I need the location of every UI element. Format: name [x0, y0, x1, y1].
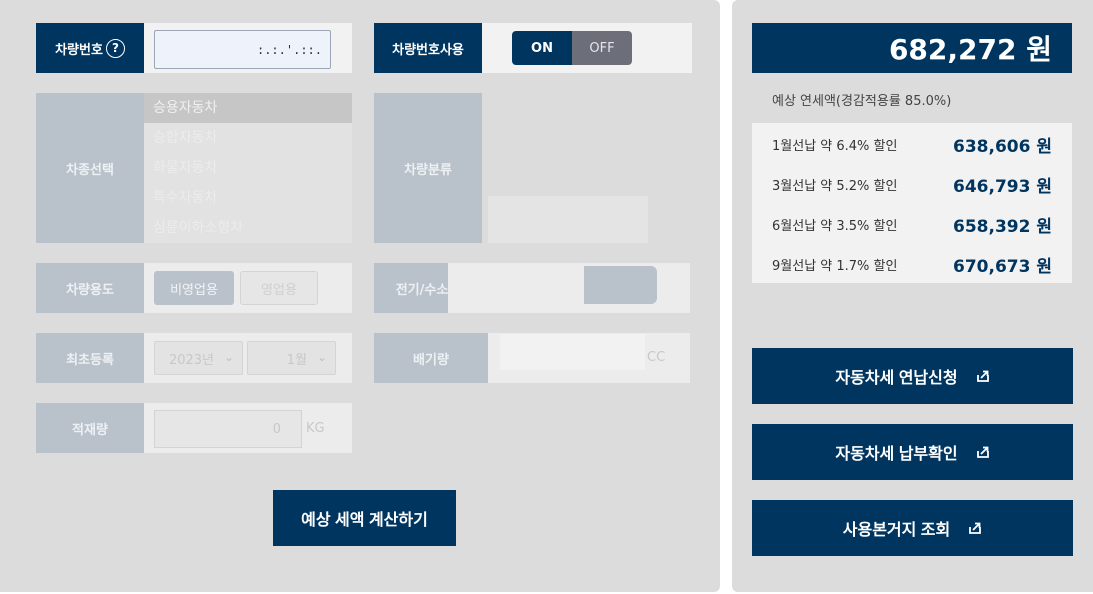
discount-amount: 638,606 원	[953, 136, 1052, 157]
calculate-tax-button[interactable]: 예상 세액 계산하기	[273, 490, 456, 546]
vehicle-type-option[interactable]: 승용자동차	[144, 93, 352, 123]
discount-label: 3월선납 약 5.2% 할인	[772, 178, 898, 194]
payment-check-label: 자동차세 납부확인	[835, 446, 958, 463]
help-icon[interactable]: ?	[105, 38, 125, 58]
external-link-icon	[976, 370, 989, 382]
car-tax-calculator: 차량번호 ? 차량번호사용 ON OFF 차종선택 승용자동차 승합자동차 화물…	[0, 0, 1093, 594]
load-input[interactable]: 0	[154, 410, 302, 448]
discount-amount: 646,793 원	[953, 176, 1052, 197]
load-unit: KG	[306, 421, 325, 436]
discount-row: 1월선납 약 6.4% 할인 638,606 원	[772, 124, 1052, 164]
vehicle-number-label-text: 차량번호	[55, 42, 103, 58]
usage-non-commercial-button[interactable]: 비영업용	[154, 271, 234, 305]
toggle-on-button[interactable]: ON	[512, 31, 572, 65]
vehicle-type-option[interactable]: 특수자동차	[144, 183, 352, 213]
home-base-lookup-label: 사용본거지 조회	[842, 522, 951, 539]
discount-label: 6월선납 약 3.5% 할인	[772, 218, 898, 234]
discount-row: 3월선납 약 5.2% 할인 646,793 원	[772, 164, 1052, 204]
chevron-down-icon: ⌄	[223, 350, 234, 364]
discount-amount: 658,392 원	[953, 216, 1052, 237]
chevron-down-icon: ⌄	[316, 350, 327, 364]
load-label: 적재량	[36, 403, 144, 453]
annual-payment-apply-button[interactable]: 자동차세 연납신청	[752, 348, 1073, 404]
displacement-label: 배기량	[374, 333, 488, 383]
usage-label: 차량용도	[36, 263, 144, 313]
discount-amount: 670,673 원	[953, 256, 1052, 277]
home-base-lookup-button[interactable]: 사용본거지 조회	[752, 500, 1073, 556]
discount-label: 1월선납 약 6.4% 할인	[772, 138, 898, 154]
vehicle-type-option[interactable]: 화물자동차	[144, 153, 352, 183]
annual-tax-note: 예상 연세액(경감적용률 85.0%)	[772, 94, 952, 109]
displacement-unit: CC	[647, 350, 666, 365]
payment-check-button[interactable]: 자동차세 납부확인	[752, 424, 1073, 480]
vehicle-class-label: 차량분류	[374, 93, 482, 243]
month-select[interactable]: 1월 ⌄	[247, 341, 336, 375]
plate-use-toggle[interactable]: ON OFF	[512, 31, 632, 65]
vehicle-class-overlay	[488, 196, 648, 243]
external-link-icon	[969, 522, 982, 534]
discount-label: 9월선납 약 1.7% 할인	[772, 258, 898, 274]
displacement-input[interactable]	[500, 334, 645, 370]
annual-payment-apply-label: 자동차세 연납신청	[835, 370, 958, 387]
discount-row: 6월선납 약 3.5% 할인 658,392 원	[772, 204, 1052, 244]
vehicle-type-label: 차종선택	[36, 93, 144, 243]
fuel-option-b[interactable]	[584, 266, 657, 304]
annual-tax-total: 682,272 원	[752, 23, 1072, 73]
external-link-icon	[976, 446, 989, 458]
toggle-off-button[interactable]: OFF	[572, 31, 632, 65]
vehicle-number-label: 차량번호 ?	[36, 23, 144, 73]
year-select[interactable]: 2023년 ⌄	[154, 341, 243, 375]
year-select-value: 2023년	[168, 352, 214, 368]
vehicle-type-list[interactable]: 승용자동차 승합자동차 화물자동차 특수자동차 심륜이하소형차	[144, 93, 352, 243]
vehicle-type-option[interactable]: 심륜이하소형차	[144, 213, 352, 243]
first-registration-label: 최초등록	[36, 333, 144, 383]
plate-use-label: 차량번호사용	[374, 23, 482, 73]
fuel-option-a[interactable]	[500, 266, 584, 300]
usage-commercial-button[interactable]: 영업용	[240, 271, 318, 305]
month-select-value: 1월	[286, 352, 307, 368]
vehicle-number-input[interactable]	[154, 30, 331, 69]
vehicle-type-option[interactable]: 승합자동차	[144, 123, 352, 153]
discount-row: 9월선납 약 1.7% 할인 670,673 원	[772, 244, 1052, 284]
